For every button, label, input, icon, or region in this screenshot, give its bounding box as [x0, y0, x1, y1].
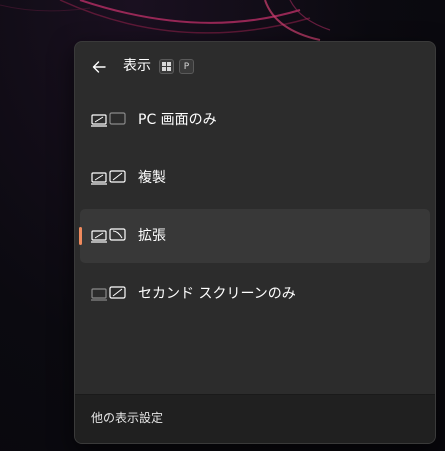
more-display-settings-link[interactable]: 他の表示設定: [91, 410, 163, 426]
option-extend[interactable]: 拡張: [79, 209, 430, 263]
shortcut-key-windows: [159, 59, 174, 74]
option-duplicate[interactable]: 複製: [80, 151, 430, 205]
flyout-footer: 他の表示設定: [75, 394, 435, 443]
pc-screen-only-icon: [91, 112, 126, 127]
duplicate-icon: [91, 170, 126, 185]
option-label: 拡張: [138, 228, 166, 244]
project-display-flyout: 表示 P PC 画面のみ 複製 拡張 セカンド スクリーンのみ 他の表示設定: [74, 41, 436, 444]
second-screen-only-icon: [91, 286, 126, 301]
option-label: PC 画面のみ: [138, 112, 217, 128]
flyout-title: 表示: [123, 58, 151, 74]
option-label: 複製: [138, 170, 166, 186]
extend-icon: [91, 228, 126, 243]
option-pc-screen-only[interactable]: PC 画面のみ: [80, 93, 430, 147]
selected-indicator: [79, 227, 82, 245]
option-label: セカンド スクリーンのみ: [138, 286, 296, 302]
shortcut-key-p: P: [179, 59, 194, 74]
windows-logo-icon: [162, 62, 171, 71]
back-button[interactable]: [87, 55, 111, 79]
flyout-header: 表示 P: [75, 42, 435, 92]
option-second-screen-only[interactable]: セカンド スクリーンのみ: [80, 267, 430, 321]
arrow-left-icon: [92, 61, 106, 73]
